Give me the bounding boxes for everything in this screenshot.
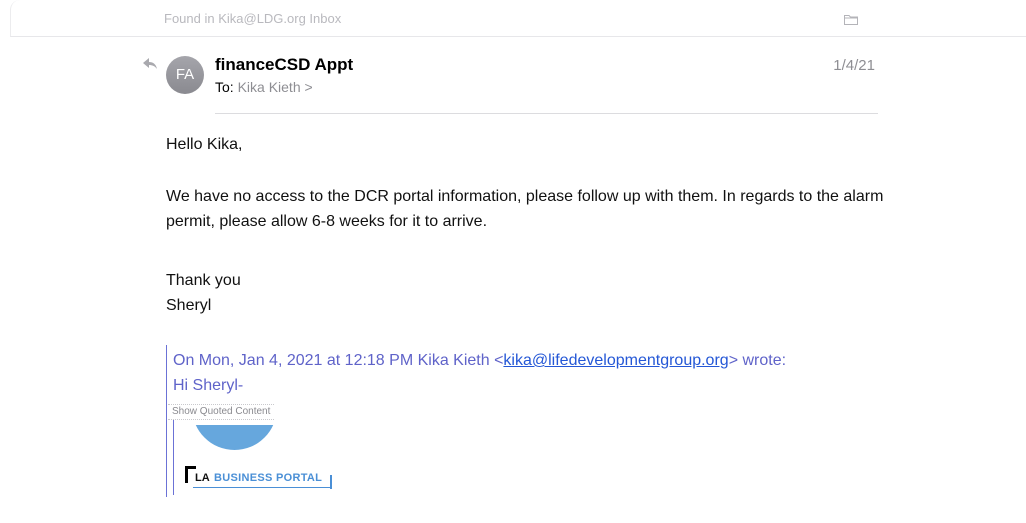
mail-header-bar: Found in Kika@LDG.org Inbox bbox=[10, 0, 1026, 37]
message-date: 1/4/21 bbox=[833, 57, 875, 74]
quote-attribution-prefix: On Mon, Jan 4, 2021 at 12:18 PM Kika Kie… bbox=[173, 352, 504, 369]
la-business-portal-logo: LA BUSINESS PORTAL bbox=[185, 466, 337, 492]
quote-attribution: On Mon, Jan 4, 2021 at 12:18 PM Kika Kie… bbox=[173, 352, 786, 370]
logo-la-text: LA bbox=[195, 472, 210, 484]
logo-business-portal-text: BUSINESS PORTAL bbox=[214, 472, 323, 484]
quote-greeting: Hi Sheryl- bbox=[173, 377, 244, 394]
quote-email-link[interactable]: kika@lifedevelopmentgroup.org bbox=[503, 352, 728, 369]
found-in-label: Found in Kika@LDG.org Inbox bbox=[164, 11, 342, 26]
recipient-name[interactable]: Kika Kieth > bbox=[238, 79, 313, 95]
reply-icon[interactable] bbox=[143, 57, 157, 75]
body-paragraph: We have no access to the DCR portal info… bbox=[166, 188, 884, 230]
header-divider bbox=[215, 113, 878, 114]
folder-icon[interactable] bbox=[844, 12, 858, 30]
quote-attribution-suffix: > wrote: bbox=[728, 352, 787, 369]
show-quoted-content-button[interactable]: Show Quoted Content bbox=[168, 404, 275, 420]
to-label: To: bbox=[215, 79, 234, 95]
avatar[interactable]: FA bbox=[166, 56, 204, 94]
sender-name: financeCSD Appt bbox=[215, 55, 354, 74]
quote-bar bbox=[166, 345, 167, 497]
quote-bar-nested bbox=[173, 420, 174, 495]
body-signature: Sheryl bbox=[166, 297, 212, 314]
body-thanks: Thank you bbox=[166, 272, 241, 289]
body-greeting: Hello Kika, bbox=[166, 136, 243, 153]
recipient-line[interactable]: To: Kika Kieth > bbox=[215, 79, 313, 95]
quoted-image-circle bbox=[192, 425, 277, 450]
